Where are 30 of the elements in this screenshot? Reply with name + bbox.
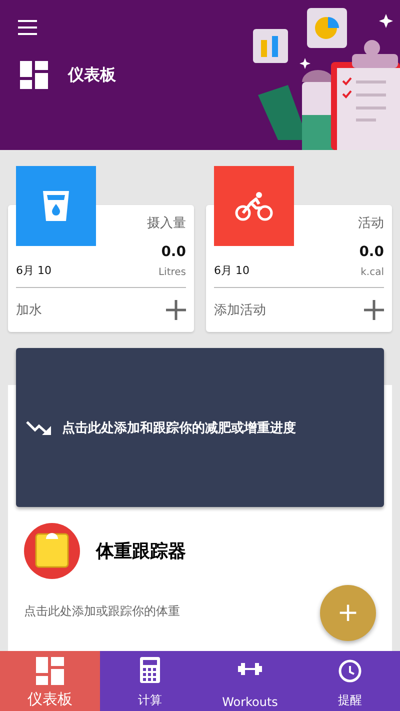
scale-icon [24, 523, 80, 579]
tracker-hint: 点击此处添加或跟踪你的体重 [24, 603, 180, 620]
stat-label: 活动 [358, 215, 384, 232]
progress-banner[interactable]: 点击此处添加和跟踪你的减肥或增重进度 [16, 348, 384, 507]
alarm-icon [337, 657, 363, 683]
stat-unit: Litres [158, 267, 186, 278]
nav-tab[interactable]: 提醒 [300, 651, 400, 711]
nav-tab[interactable]: 仪表板 [0, 651, 100, 711]
dashboard-icon [36, 657, 64, 685]
add-action-label[interactable]: 添加活动 [214, 301, 266, 319]
stat-value: 0.0 [359, 244, 384, 260]
menu-icon[interactable] [18, 20, 38, 35]
dashboard-icon [20, 61, 48, 89]
add-action-label[interactable]: 加水 [16, 301, 42, 319]
plus-icon[interactable] [364, 300, 384, 320]
stat-label: 摄入量 [147, 215, 186, 232]
stat-unit: k.cal [360, 267, 384, 278]
stat-date: 6月 10 [16, 263, 52, 278]
trend-down-icon [26, 420, 52, 436]
nav-tab[interactable]: Workouts [200, 651, 300, 711]
page-title: 仪表板 [68, 64, 116, 86]
plus-icon[interactable] [166, 300, 186, 320]
stat-value: 0.0 [161, 244, 186, 260]
banner-text: 点击此处添加和跟踪你的减肥或增重进度 [62, 420, 296, 436]
stat-date: 6月 10 [214, 263, 250, 278]
calculator-icon [140, 657, 160, 683]
tracker-title: 体重跟踪器 [96, 540, 186, 563]
nav-tab[interactable]: 计算 [100, 651, 200, 711]
water-glass-icon [43, 191, 69, 221]
bicycle-icon [235, 191, 273, 221]
